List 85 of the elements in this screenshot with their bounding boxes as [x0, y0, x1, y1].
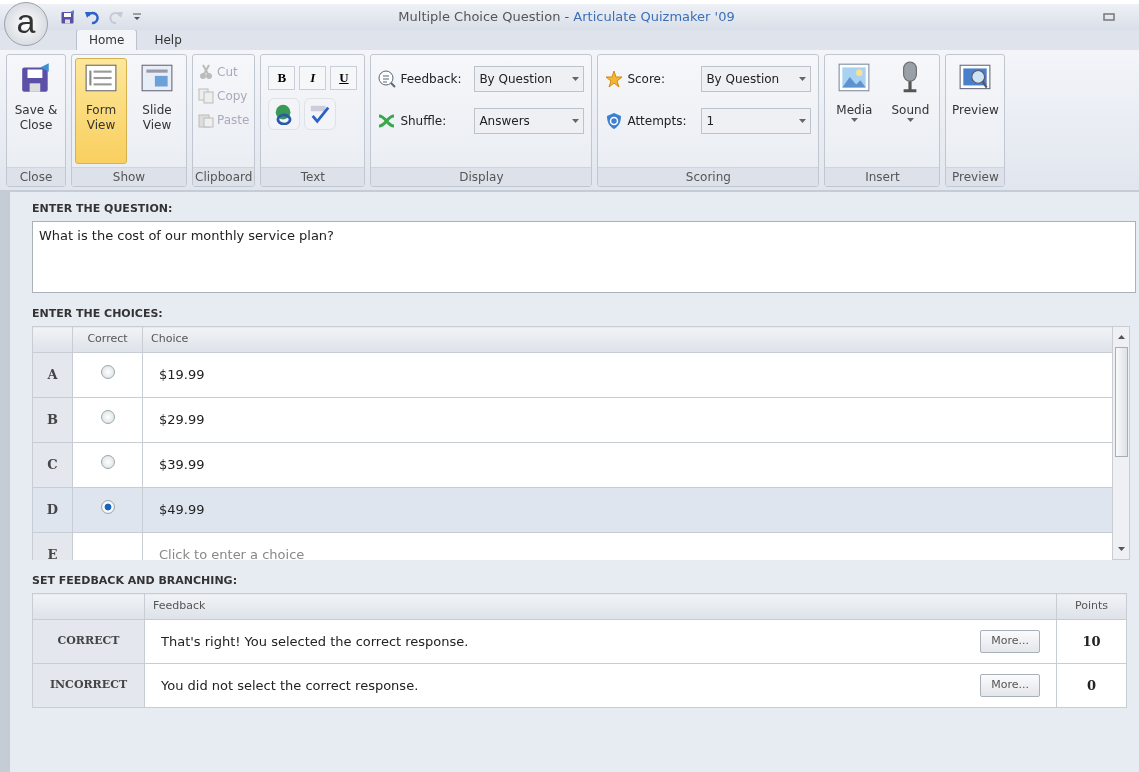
ribbon-button[interactable]: Slide View: [131, 58, 183, 164]
points-value: 0: [1086, 677, 1096, 693]
caret-icon: [906, 118, 914, 122]
choice-text[interactable]: $29.99: [159, 412, 205, 428]
caret-icon: [572, 77, 580, 81]
radio-button[interactable]: [100, 410, 115, 425]
radio-button[interactable]: [100, 365, 115, 380]
star-icon: [605, 70, 624, 88]
caret-icon: [799, 77, 807, 81]
group-label: Text: [261, 167, 365, 186]
dropdown-icon: [132, 12, 142, 22]
group-label: Show: [72, 167, 186, 186]
toolbar-button[interactable]: [132, 12, 142, 22]
question-field[interactable]: What is the cost of our monthly service plan?: [32, 221, 1136, 293]
ribbon-button[interactable]: Media: [828, 58, 881, 164]
ribbon-tab[interactable]: Home: [76, 29, 138, 50]
copy-icon: [198, 88, 214, 104]
ribbon-button[interactable]: Sound: [884, 58, 937, 164]
column-header: Choice: [142, 326, 1113, 353]
group-label: Preview: [946, 167, 1005, 186]
toolbar-button[interactable]: [84, 9, 100, 25]
undo-icon: [84, 9, 100, 25]
feedback-text[interactable]: You did not select the correct response.: [161, 675, 419, 696]
choice-field[interactable]: Click to enter a choice: [159, 547, 305, 560]
app-menu-button[interactable]: a: [4, 2, 48, 46]
ribbon-button[interactable]: Preview: [949, 58, 1002, 164]
points-value: 10: [1082, 633, 1101, 649]
minimize-icon[interactable]: [1103, 12, 1115, 22]
more-button[interactable]: More...: [980, 674, 1040, 697]
feedback-text[interactable]: That's right! You selected the correct response.: [161, 631, 469, 652]
dropdown-field[interactable]: 1: [701, 108, 812, 134]
caret-icon: [850, 118, 858, 122]
window-title: Multiple Choice Question - Articulate Quizmaker '09: [398, 9, 735, 25]
section-heading: SET FEEDBACK AND BRANCHING:: [32, 574, 239, 587]
ribbon-button[interactable]: [268, 98, 301, 130]
column-header: Points: [1056, 593, 1127, 620]
scroll-up-icon[interactable]: [1117, 335, 1125, 339]
choice-text[interactable]: $49.99: [159, 502, 205, 518]
feedback-icon: [378, 70, 397, 88]
section-heading: ENTER THE CHOICES:: [32, 307, 164, 320]
format-button[interactable]: B: [268, 66, 296, 90]
group-label: Clipboard: [193, 167, 255, 186]
dropdown-field[interactable]: By Question: [701, 66, 812, 92]
group-label: Scoring: [598, 167, 819, 186]
toolbar-button[interactable]: [60, 9, 76, 25]
row-label: E: [47, 547, 58, 560]
row-label: B: [47, 412, 58, 428]
redo-icon: [108, 9, 124, 25]
row-label: INCORRECT: [49, 678, 128, 692]
column-header: Correct: [72, 326, 143, 353]
caret-icon: [572, 119, 580, 123]
ribbon-button[interactable]: [304, 98, 337, 130]
column-header: Feedback: [144, 593, 1057, 620]
section-heading: ENTER THE QUESTION:: [32, 202, 174, 215]
format-button[interactable]: U: [330, 66, 358, 90]
group-label: Insert: [825, 167, 940, 186]
group-label: Display: [371, 167, 592, 186]
scrollbar[interactable]: [1113, 326, 1130, 560]
row-label: C: [47, 457, 58, 473]
dropdown-field[interactable]: By Question: [474, 66, 585, 92]
choice-text[interactable]: $19.99: [159, 367, 205, 383]
more-button[interactable]: More...: [980, 630, 1040, 653]
caret-icon: [799, 119, 807, 123]
spell-check-icon: [309, 103, 332, 125]
choice-text[interactable]: $39.99: [159, 457, 205, 473]
scissors-icon: [198, 64, 214, 80]
format-button[interactable]: I: [299, 66, 327, 90]
radio-button[interactable]: [100, 455, 115, 470]
field-label: Feedback:: [400, 71, 463, 88]
field-label: Shuffle:: [400, 113, 448, 130]
field-label: Score:: [627, 71, 667, 88]
paste-icon: [198, 112, 214, 128]
ribbon-tab[interactable]: Help: [141, 29, 195, 50]
group-label: Close: [7, 167, 65, 186]
ribbon-button[interactable]: Form View: [75, 58, 127, 164]
scroll-down-icon[interactable]: [1117, 547, 1125, 551]
field-label: Attempts:: [627, 113, 688, 130]
ribbon-button[interactable]: Save & Close: [10, 58, 62, 164]
shuffle-icon: [378, 112, 397, 130]
row-label: A: [47, 367, 58, 383]
row-label: D: [46, 502, 59, 518]
dropdown-field[interactable]: Answers: [474, 108, 585, 134]
shield-icon: [605, 112, 624, 130]
row-label: CORRECT: [57, 634, 120, 648]
radio-button[interactable]: [100, 500, 115, 515]
